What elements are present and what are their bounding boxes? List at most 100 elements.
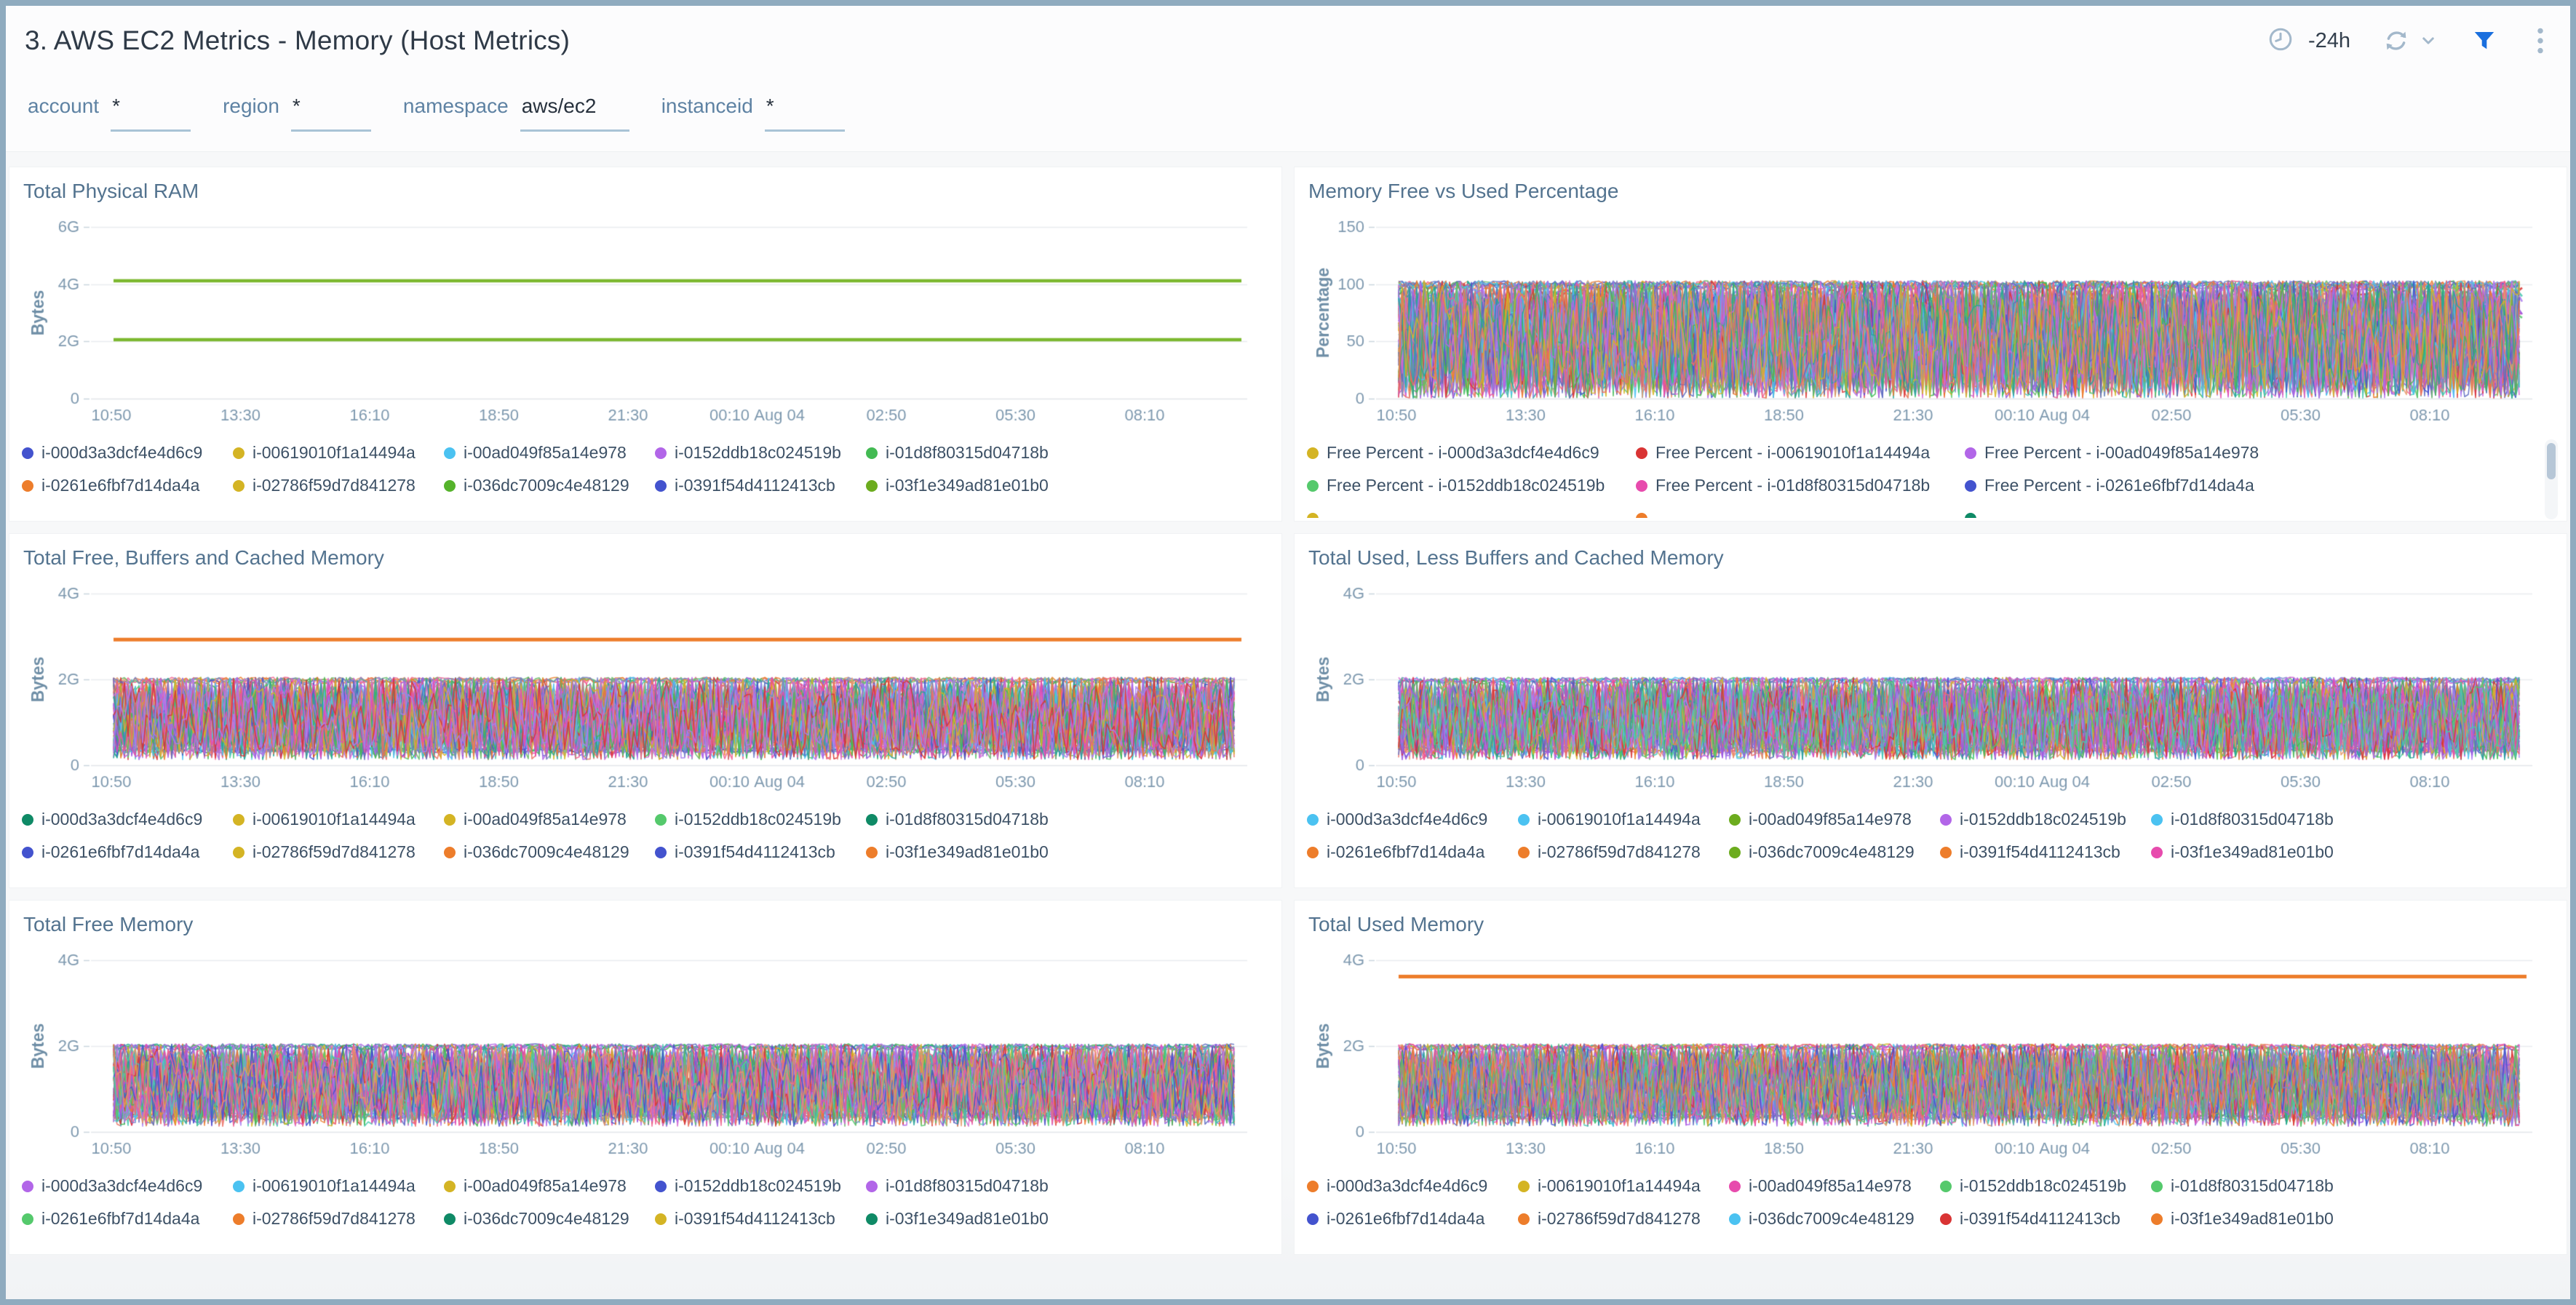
legend-item[interactable]: i-00ad049f85a14e978 [1729,803,1940,836]
legend-item[interactable]: i-03f1e349ad81e01b0 [2151,836,2362,869]
time-range-control[interactable]: -24h [2267,26,2350,56]
legend-item[interactable]: i-00ad049f85a14e978 [1729,1170,1940,1202]
legend-dot [1729,1213,1741,1225]
legend-item[interactable]: Free Percent - i-0152ddb18c024519b [1307,469,1636,502]
legend-item[interactable]: i-036dc7009c4e48129 [1729,836,1940,869]
legend-item[interactable]: i-02786f59d7d841278 [233,469,444,502]
legend-item[interactable]: i-036dc7009c4e48129 [1729,1202,1940,1235]
legend-item[interactable]: i-0391f54d4112413cb [1940,836,2151,869]
legend-label: i-036dc7009c4e48129 [1749,842,1915,862]
legend-item[interactable]: i-02786f59d7d841278 [1518,1202,1729,1235]
legend-item[interactable]: i-00ad049f85a14e978 [444,436,655,469]
legend-label: i-01d8f80315d04718b [2171,810,2334,829]
legend-item[interactable]: i-0261e6fbf7d14da4a [1307,836,1518,869]
legend-item[interactable]: i-000d3a3dcf4e4d6c9 [1307,1170,1518,1202]
chart-canvas-memory-free-vs-used-percentage[interactable] [1307,208,2554,426]
legend-item[interactable]: i-036dc7009c4e48129 [444,836,655,869]
legend-item[interactable]: i-01d8f80315d04718b [866,1170,1077,1202]
legend-label: i-03f1e349ad81e01b0 [2171,1209,2334,1229]
legend-item[interactable]: i-0152ddb18c024519b [1940,1170,2151,1202]
legend-item[interactable]: i-0261e6fbf7d14da4a [1307,1202,1518,1235]
legend-item[interactable]: i-00ad049f85a14e978 [444,803,655,836]
legend-item[interactable]: i-0152ddb18c024519b [655,436,866,469]
legend-item[interactable]: i-01d8f80315d04718b [866,436,1077,469]
legend-label: i-0152ddb18c024519b [675,1176,841,1196]
legend-label: i-00619010f1a14494a [253,443,416,463]
legend-item[interactable]: i-0152ddb18c024519b [655,1170,866,1202]
legend-label: i-036dc7009c4e48129 [464,842,629,862]
legend-item[interactable]: i-000d3a3dcf4e4d6c9 [22,436,233,469]
legend-item[interactable]: i-00619010f1a14494a [1518,803,1729,836]
legend-item-partial[interactable] [1307,502,1636,518]
legend-dot [1729,847,1741,858]
legend-item[interactable]: i-036dc7009c4e48129 [444,469,655,502]
chart-canvas-total-used-memory[interactable] [1307,941,2554,1160]
legend-label: i-0152ddb18c024519b [675,810,841,829]
legend-item[interactable]: i-0391f54d4112413cb [1940,1202,2151,1235]
legend-item[interactable]: i-03f1e349ad81e01b0 [2151,1202,2362,1235]
legend-label: i-0391f54d4112413cb [1960,842,2120,862]
chart-canvas-total-free-buffers-and-cached-memory[interactable] [22,575,1269,793]
legend-item[interactable]: i-02786f59d7d841278 [233,836,444,869]
legend-item[interactable]: Free Percent - i-000d3a3dcf4e4d6c9 [1307,436,1636,469]
legend-item[interactable]: i-01d8f80315d04718b [2151,1170,2362,1202]
legend-item[interactable]: i-0261e6fbf7d14da4a [22,469,233,502]
legend-scrollbar[interactable] [2545,439,2558,519]
legend-item[interactable]: i-0391f54d4112413cb [655,469,866,502]
filter-instanceid-input[interactable]: * [765,95,845,132]
legend-dot [655,1213,667,1225]
filter-namespace-input[interactable]: aws/ec2 [520,95,629,132]
legend-dot [22,480,33,492]
legend-label: i-036dc7009c4e48129 [464,1209,629,1229]
legend-item[interactable]: Free Percent - i-00619010f1a14494a [1636,436,1965,469]
legend-label: i-0261e6fbf7d14da4a [1327,1209,1484,1229]
refresh-icon[interactable] [2382,27,2410,55]
filter-icon[interactable] [2471,28,2497,54]
legend-item[interactable]: i-0391f54d4112413cb [655,1202,866,1235]
legend-dot [1518,1213,1530,1225]
legend-item[interactable]: i-0152ddb18c024519b [1940,803,2151,836]
legend-item[interactable]: i-0152ddb18c024519b [655,803,866,836]
panel-title: Total Free Memory [23,912,1269,937]
legend-item[interactable]: Free Percent - i-01d8f80315d04718b [1636,469,1965,502]
filter-account-input[interactable]: * [111,95,191,132]
legend-item[interactable]: i-01d8f80315d04718b [2151,803,2362,836]
legend-item[interactable]: i-000d3a3dcf4e4d6c9 [22,1170,233,1202]
legend-label: i-02786f59d7d841278 [253,1209,416,1229]
chevron-down-icon[interactable] [2417,30,2439,52]
chart-legend: i-000d3a3dcf4e4d6c9i-00619010f1a14494ai-… [22,1170,1269,1235]
legend-item[interactable]: i-0261e6fbf7d14da4a [22,836,233,869]
legend-item[interactable]: i-0261e6fbf7d14da4a [22,1202,233,1235]
filter-region-input[interactable]: * [291,95,371,132]
legend-item[interactable]: i-00619010f1a14494a [233,436,444,469]
kebab-menu-icon[interactable] [2529,25,2551,56]
legend-item-partial[interactable] [1965,502,2294,518]
chart-canvas-total-free-memory[interactable] [22,941,1269,1160]
time-range-label[interactable]: -24h [2308,29,2350,53]
legend-label: i-01d8f80315d04718b [2171,1176,2334,1196]
legend-item[interactable]: i-03f1e349ad81e01b0 [866,469,1077,502]
legend-item[interactable]: i-00ad049f85a14e978 [444,1170,655,1202]
legend-item[interactable]: i-03f1e349ad81e01b0 [866,1202,1077,1235]
legend-item[interactable]: i-00619010f1a14494a [233,803,444,836]
legend-item[interactable]: i-03f1e349ad81e01b0 [866,836,1077,869]
legend-item[interactable]: i-02786f59d7d841278 [1518,836,1729,869]
panel-memory-free-vs-used-percentage: Memory Free vs Used PercentageFree Perce… [1294,167,2567,522]
chart-canvas-total-used-less-buffers-and-cached-memory[interactable] [1307,575,2554,793]
legend-label: i-01d8f80315d04718b [886,810,1049,829]
filter-account: account* [28,95,191,132]
legend-label: i-000d3a3dcf4e4d6c9 [41,443,202,463]
legend-item[interactable]: i-036dc7009c4e48129 [444,1202,655,1235]
legend-item[interactable]: i-01d8f80315d04718b [866,803,1077,836]
legend-scrollbar-thumb[interactable] [2547,443,2556,479]
legend-item-partial[interactable] [1636,502,1965,518]
legend-item[interactable]: i-000d3a3dcf4e4d6c9 [22,803,233,836]
chart-canvas-total-physical-ram[interactable] [22,208,1269,426]
legend-item[interactable]: Free Percent - i-00ad049f85a14e978 [1965,436,2294,469]
legend-item[interactable]: i-02786f59d7d841278 [233,1202,444,1235]
legend-item[interactable]: Free Percent - i-0261e6fbf7d14da4a [1965,469,2294,502]
legend-item[interactable]: i-000d3a3dcf4e4d6c9 [1307,803,1518,836]
legend-item[interactable]: i-00619010f1a14494a [233,1170,444,1202]
legend-item[interactable]: i-0391f54d4112413cb [655,836,866,869]
legend-item[interactable]: i-00619010f1a14494a [1518,1170,1729,1202]
